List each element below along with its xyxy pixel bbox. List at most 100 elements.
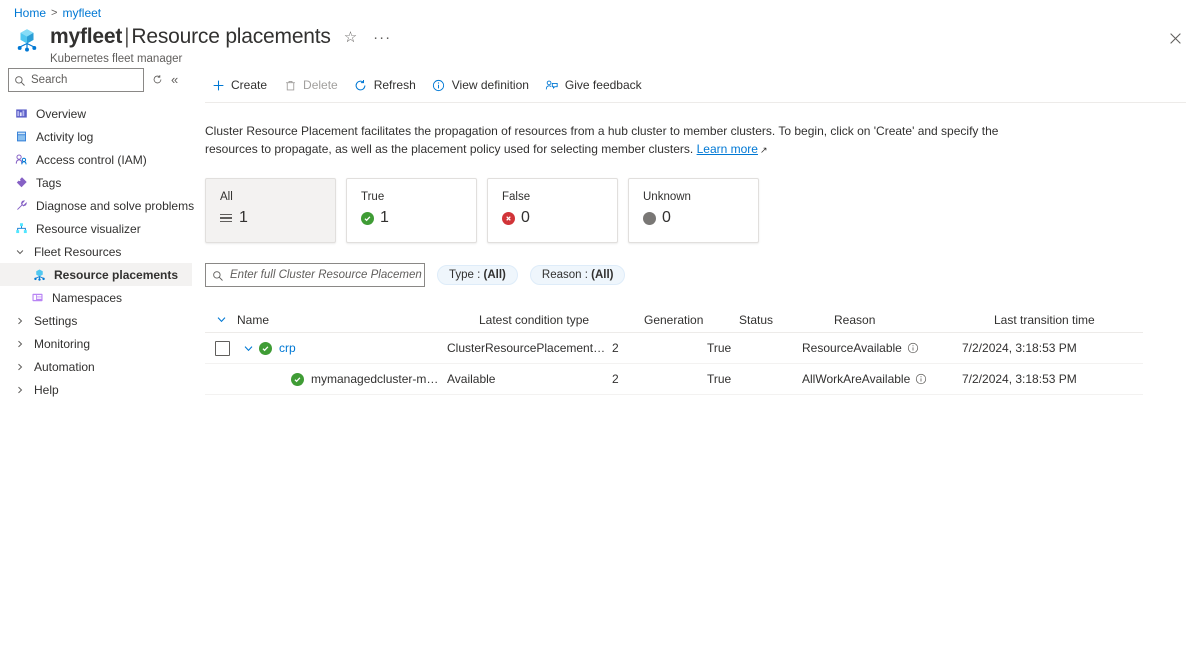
sidebar-item-diagnose[interactable]: Diagnose and solve problems [0,194,192,217]
sidebar-group-settings[interactable]: Settings [0,309,192,332]
kubernetes-fleet-icon [14,26,40,52]
sidebar-item-label: Diagnose and solve problems [36,199,194,213]
status-card-true[interactable]: True 1 [346,178,477,243]
page-title-text: Resource placements [131,25,330,48]
row-name-cell: crp [259,341,447,355]
row-checkbox[interactable] [215,341,230,356]
column-header-latest-condition-type[interactable]: Latest condition type [479,313,644,327]
external-link-icon: ↗ [760,141,768,159]
refresh-icon [354,78,368,92]
table-header-row: Name Latest condition type Generation St… [205,307,1143,333]
blade-title-bar: myfleet|Resource placements ☆ ··· Kubern… [14,24,394,65]
status-card-value: 0 [662,209,671,227]
row-status: True [707,341,802,355]
sidebar-item-activity-log[interactable]: Activity log [0,125,192,148]
star-icon[interactable]: ☆ [341,29,360,46]
list-icon [220,212,233,225]
sidebar-item-label: Resource placements [54,268,178,282]
info-icon[interactable] [907,342,919,354]
sidebar-item-overview[interactable]: Overview [0,102,192,125]
row-latest-condition-type: Available [447,372,612,386]
sidebar-item-label: Access control (IAM) [36,153,147,167]
sidebar-item-resource-visualizer[interactable]: Resource visualizer [0,217,192,240]
status-card-label: Unknown [643,191,744,203]
column-header-generation[interactable]: Generation [644,313,739,327]
row-last-transition-time: 7/2/2024, 3:18:53 PM [962,341,1132,355]
sidebar-item-label: Namespaces [52,291,122,305]
main-content: Create Delete Refresh View definition [205,68,1186,102]
chevron-right-icon [14,339,26,349]
filter-row: Type : (All) Reason : (All) [205,263,1186,287]
status-card-unknown[interactable]: Unknown 0 [628,178,759,243]
filter-pill-type-prefix: Type : [449,269,484,281]
column-header-name[interactable]: Name [237,313,479,327]
column-header-last-transition-time[interactable]: Last transition time [994,313,1164,327]
chevron-right-icon [14,385,26,395]
give-feedback-button-label: Give feedback [565,78,642,92]
command-bar-divider [205,102,1186,103]
close-icon[interactable] [1166,29,1184,47]
status-card-value: 1 [380,209,389,227]
sidebar-group-help[interactable]: Help [0,378,192,401]
view-definition-button[interactable]: View definition [426,74,539,96]
give-feedback-button[interactable]: Give feedback [539,74,652,96]
sidebar-search-row: « [0,68,192,92]
ellipsis-icon[interactable]: ··· [370,29,394,46]
sidebar-item-resource-placements[interactable]: Resource placements [0,263,192,286]
description-body: Cluster Resource Placement facilitates t… [205,124,998,156]
breadcrumb-myfleet[interactable]: myfleet [62,6,101,20]
table-row[interactable]: mymanagedcluster-myresourcegroup Availab… [205,364,1143,395]
sidebar-group-monitoring[interactable]: Monitoring [0,332,192,355]
status-card-label: All [220,191,321,203]
sidebar-item-access-control[interactable]: Access control (IAM) [0,148,192,171]
delete-button[interactable]: Delete [277,74,348,96]
status-card-all[interactable]: All 1 [205,178,336,243]
check-circle-icon [291,373,304,386]
learn-more-link[interactable]: Learn more [697,142,758,156]
table-row[interactable]: crp ClusterResourcePlacementAvaila... 2 … [205,333,1143,364]
sidebar-item-label: Fleet Resources [34,245,121,259]
refresh-icon[interactable] [152,74,163,87]
status-cards: All 1 True 1 False [205,178,1186,243]
expand-all-chevron-icon[interactable] [205,314,237,325]
sidebar-group-automation[interactable]: Automation [0,355,192,378]
double-chevron-left-icon[interactable]: « [171,74,178,86]
row-expander[interactable] [237,343,259,354]
trash-icon [283,78,297,92]
chevron-down-icon [14,247,26,257]
search-icon [212,269,224,281]
content-body: Cluster Resource Placement facilitates t… [205,104,1186,395]
status-card-value: 1 [239,209,248,227]
row-generation: 2 [612,341,707,355]
create-button[interactable]: Create [205,74,277,96]
error-circle-icon [502,212,515,225]
sidebar-search-box[interactable] [8,68,144,92]
description-text: Cluster Resource Placement facilitates t… [205,122,1035,159]
sidebar-group-fleet-resources[interactable]: Fleet Resources [0,240,192,263]
view-definition-button-label: View definition [452,78,529,92]
sidebar-item-label: Automation [34,360,95,374]
refresh-button[interactable]: Refresh [348,74,426,96]
sidebar-item-label: Overview [36,107,86,121]
sidebar-item-tags[interactable]: Tags [0,171,192,194]
row-reason: ResourceAvailable [802,341,902,355]
overview-icon [14,107,28,121]
name-filter-input[interactable] [228,268,424,282]
info-icon[interactable] [915,373,927,385]
filter-pill-reason[interactable]: Reason : (All) [530,265,626,285]
breadcrumb-home[interactable]: Home [14,6,46,20]
sidebar-search-input[interactable] [29,73,143,87]
row-reason-cell: ResourceAvailable [802,341,962,355]
name-filter-box[interactable] [205,263,425,287]
page-title: myfleet|Resource placements [50,24,331,50]
column-header-status[interactable]: Status [739,313,834,327]
filter-pill-type[interactable]: Type : (All) [437,265,518,285]
command-bar: Create Delete Refresh View definition [205,68,1186,102]
sidebar-item-namespaces[interactable]: Namespaces [0,286,192,309]
row-status: True [707,372,802,386]
resource-placement-link[interactable]: crp [279,341,296,355]
column-header-reason[interactable]: Reason [834,313,994,327]
info-icon [432,78,446,92]
status-card-false[interactable]: False 0 [487,178,618,243]
filter-pill-reason-value: (All) [591,269,613,281]
